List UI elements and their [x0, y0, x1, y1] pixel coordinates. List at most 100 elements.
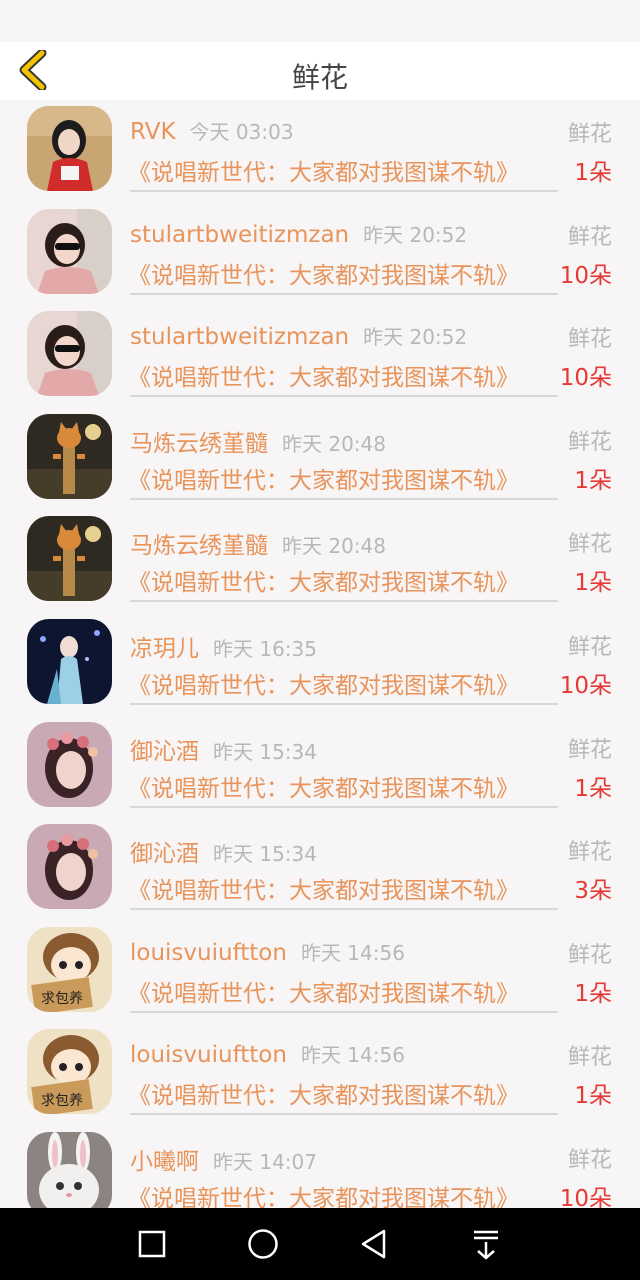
divider: [130, 395, 558, 398]
gift-time: 昨天 20:48: [282, 431, 386, 456]
sender-name-line: 马炼云绣堇髓 昨天 20:48: [130, 424, 386, 458]
gift-time: 昨天 16:35: [213, 636, 317, 661]
sender-name[interactable]: 御沁酒: [130, 841, 199, 867]
sender-name[interactable]: 凉玥儿: [130, 636, 199, 662]
gift-record-row[interactable]: 御沁酒 昨天 15:34 鲜花 《说唱新世代：大家都对我图谋不轨》 3朵: [0, 818, 640, 921]
gift-time: 昨天 20:52: [363, 325, 468, 350]
gift-type-label: 鲜花: [567, 327, 612, 353]
work-title-link[interactable]: 《说唱新世代：大家都对我图谋不轨》: [128, 256, 519, 290]
sender-name-line: RVK 今天 03:03: [130, 116, 294, 145]
sender-name[interactable]: stulartbweitizmzan: [130, 222, 349, 248]
home-button[interactable]: [245, 1226, 281, 1262]
recent-apps-icon: [138, 1230, 166, 1258]
gift-type-label: 鲜花: [567, 737, 612, 763]
gift-record-row[interactable]: RVK 今天 03:03 鲜花 《说唱新世代：大家都对我图谋不轨》 1朵: [0, 100, 640, 203]
sender-name-line: 小曦啊 昨天 14:07: [130, 1142, 317, 1176]
work-title-link[interactable]: 《说唱新世代：大家都对我图谋不轨》: [128, 974, 519, 1008]
avatar[interactable]: [27, 1131, 112, 1208]
avatar[interactable]: 求包养: [27, 926, 112, 1012]
gift-record-row[interactable]: 凉玥儿 昨天 16:35 鲜花 《说唱新世代：大家都对我图谋不轨》 10朵: [0, 613, 640, 716]
gift-count: 10朵: [559, 365, 612, 392]
sender-name-line: 凉玥儿 昨天 16:35: [130, 629, 317, 663]
home-icon: [248, 1229, 278, 1259]
gift-type-label: 鲜花: [567, 1045, 612, 1071]
notification-pull-button[interactable]: [468, 1226, 504, 1262]
avatar[interactable]: [27, 413, 112, 499]
sender-name-line: 御沁酒 昨天 15:34: [130, 834, 317, 868]
app-header: 鲜花: [0, 42, 640, 100]
avatar[interactable]: [27, 824, 112, 910]
avatar[interactable]: [27, 106, 112, 191]
sender-name-line: stulartbweitizmzan 昨天 20:52: [130, 219, 467, 248]
gift-record-row[interactable]: stulartbweitizmzan 昨天 20:52 鲜花 《说唱新世代：大家都…: [0, 203, 640, 306]
divider: [130, 497, 558, 500]
back-triangle-icon: [361, 1229, 386, 1259]
gift-count: 10朵: [559, 1185, 612, 1208]
gift-type-label: 鲜花: [567, 942, 612, 968]
sender-name-line: louisvuiuftton 昨天 14:56: [130, 1039, 405, 1068]
avatar[interactable]: [27, 311, 112, 397]
work-title-link[interactable]: 《说唱新世代：大家都对我图谋不轨》: [128, 461, 519, 495]
divider: [130, 190, 558, 192]
work-title-link[interactable]: 《说唱新世代：大家都对我图谋不轨》: [128, 1076, 519, 1110]
system-nav-bar: [0, 1208, 640, 1280]
work-title-link[interactable]: 《说唱新世代：大家都对我图谋不轨》: [128, 153, 519, 187]
gift-time: 昨天 14:56: [300, 940, 405, 965]
divider: [130, 702, 558, 705]
gift-record-row[interactable]: 马炼云绣堇髓 昨天 20:48 鲜花 《说唱新世代：大家都对我图谋不轨》 1朵: [0, 408, 640, 511]
gift-count: 10朵: [559, 262, 612, 289]
work-title-link[interactable]: 《说唱新世代：大家都对我图谋不轨》: [128, 871, 519, 905]
recent-apps-button[interactable]: [134, 1226, 170, 1262]
gift-time: 昨天 20:52: [363, 222, 468, 247]
gift-count: 1朵: [574, 467, 612, 494]
gift-count: 3朵: [574, 878, 612, 905]
avatar[interactable]: 求包养: [27, 1029, 112, 1115]
sender-name[interactable]: louisvuiuftton: [130, 1042, 287, 1068]
gift-count: 1朵: [574, 980, 612, 1007]
work-title-link[interactable]: 《说唱新世代：大家都对我图谋不轨》: [128, 666, 519, 700]
sender-name[interactable]: RVK: [130, 119, 176, 145]
gift-count: 1朵: [574, 775, 612, 802]
divider: [130, 805, 558, 808]
sender-name[interactable]: 马炼云绣堇髓: [130, 431, 268, 457]
gift-record-row[interactable]: 御沁酒 昨天 15:34 鲜花 《说唱新世代：大家都对我图谋不轨》 1朵: [0, 716, 640, 819]
work-title-link[interactable]: 《说唱新世代：大家都对我图谋不轨》: [128, 1179, 519, 1208]
gift-type-label: 鲜花: [567, 429, 612, 455]
gift-record-row[interactable]: 小曦啊 昨天 14:07 鲜花 《说唱新世代：大家都对我图谋不轨》 10朵: [0, 1126, 640, 1208]
gift-type-label: 鲜花: [567, 634, 612, 660]
gift-time: 昨天 14:07: [213, 1149, 317, 1174]
page-title: 鲜花: [291, 61, 348, 94]
divider: [130, 292, 558, 295]
divider: [130, 1010, 558, 1013]
gift-count: 10朵: [559, 672, 612, 699]
sender-name[interactable]: 小曦啊: [130, 1149, 199, 1175]
gift-count: 1朵: [574, 160, 612, 186]
system-back-button[interactable]: [356, 1226, 392, 1262]
work-title-link[interactable]: 《说唱新世代：大家都对我图谋不轨》: [128, 563, 519, 597]
gift-time: 昨天 20:48: [282, 534, 386, 559]
gift-time: 昨天 15:34: [213, 739, 317, 764]
status-bar: [0, 0, 640, 42]
work-title-link[interactable]: 《说唱新世代：大家都对我图谋不轨》: [128, 358, 519, 392]
gift-record-row[interactable]: 求包养 louisvuiuftton 昨天 14:56 鲜花 《说唱新世代：大家都…: [0, 921, 640, 1024]
avatar[interactable]: [27, 516, 112, 602]
sender-name[interactable]: stulartbweitizmzan: [130, 324, 349, 350]
sender-name[interactable]: louisvuiuftton: [130, 940, 287, 966]
gift-type-label: 鲜花: [567, 532, 612, 558]
sender-name-line: 御沁酒 昨天 15:34: [130, 732, 317, 766]
avatar[interactable]: [27, 618, 112, 704]
gift-record-row[interactable]: 马炼云绣堇髓 昨天 20:48 鲜花 《说唱新世代：大家都对我图谋不轨》 1朵: [0, 510, 640, 613]
sender-name[interactable]: 马炼云绣堇髓: [130, 533, 268, 559]
avatar[interactable]: [27, 721, 112, 807]
sender-name[interactable]: 御沁酒: [130, 739, 199, 765]
gift-record-row[interactable]: 求包养 louisvuiuftton 昨天 14:56 鲜花 《说唱新世代：大家都…: [0, 1023, 640, 1126]
svg-text:求包养: 求包养: [41, 991, 83, 1007]
avatar[interactable]: [27, 208, 112, 294]
gift-time: 今天 03:03: [189, 120, 294, 144]
gift-time: 昨天 15:34: [213, 842, 317, 867]
gift-list: RVK 今天 03:03 鲜花 《说唱新世代：大家都对我图谋不轨》 1朵 stul…: [0, 100, 640, 1208]
gift-type-label: 鲜花: [567, 122, 612, 147]
gift-type-label: 鲜花: [567, 840, 612, 866]
work-title-link[interactable]: 《说唱新世代：大家都对我图谋不轨》: [128, 769, 519, 803]
gift-record-row[interactable]: stulartbweitizmzan 昨天 20:52 鲜花 《说唱新世代：大家都…: [0, 305, 640, 408]
